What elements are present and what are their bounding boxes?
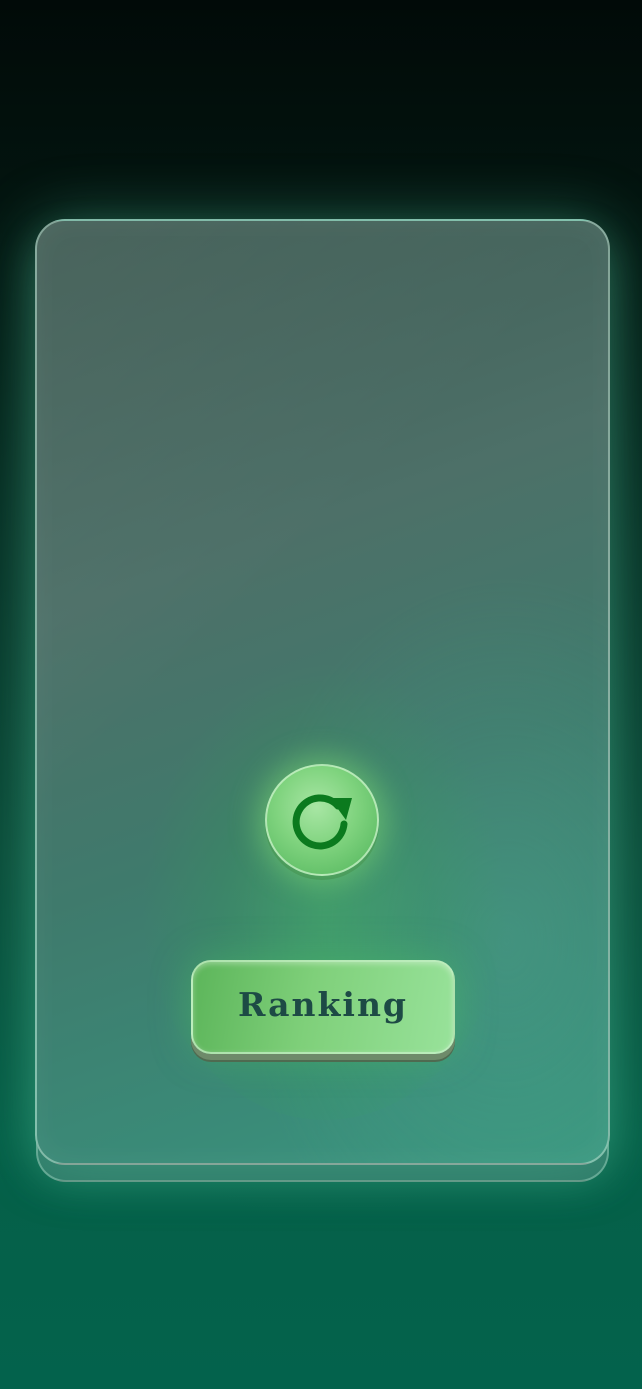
refresh-icon: [286, 784, 358, 856]
refresh-button[interactable]: [265, 764, 379, 876]
ranking-button[interactable]: Ranking: [191, 960, 455, 1054]
ranking-button-label: Ranking: [237, 984, 409, 1024]
